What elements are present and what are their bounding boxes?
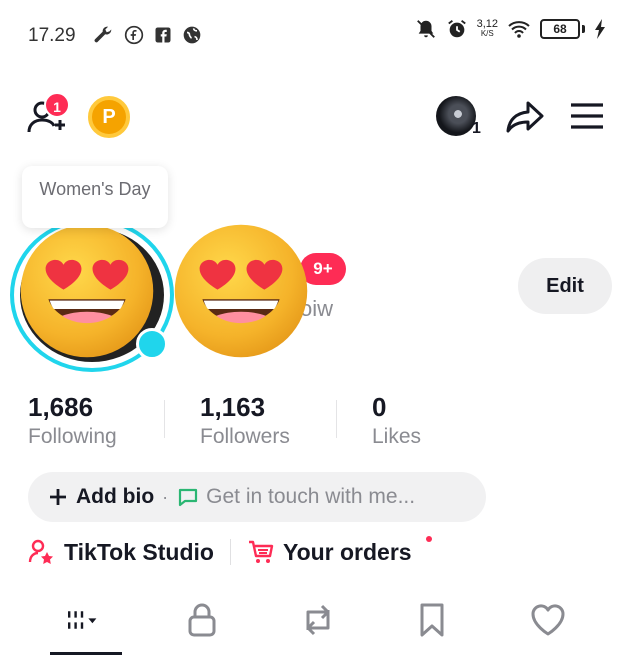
studio-user-star-icon xyxy=(28,539,53,564)
battery-level: 68 xyxy=(553,22,567,36)
lock-icon xyxy=(188,603,216,637)
profile-content-tabs xyxy=(0,592,634,656)
network-speed-value: 3,12 xyxy=(476,18,498,30)
menu-button[interactable] xyxy=(568,100,606,132)
profile-stats: 1,686 Following 1,163 Followers 0 Likes xyxy=(28,392,628,454)
stat-divider xyxy=(164,400,165,438)
battery-indicator: 68 xyxy=(540,19,580,39)
likes-label: Likes xyxy=(372,425,422,448)
account-switcher[interactable]: 1 xyxy=(436,96,481,140)
following-label: Following xyxy=(28,425,117,448)
add-bio-button[interactable]: Add bio xyxy=(48,485,154,509)
facebook-circle-icon xyxy=(124,25,144,45)
followers-label: Followers xyxy=(200,425,290,448)
status-left-icons xyxy=(92,24,202,46)
tools-divider xyxy=(229,539,231,565)
wifi-icon xyxy=(508,21,530,38)
followers-count: 1,163 xyxy=(200,392,266,422)
share-arrow-icon xyxy=(506,101,544,133)
contact-label: Get in touch with me... xyxy=(206,485,416,508)
status-time: 17.29 xyxy=(28,25,76,46)
creator-tools-row: TikTok Studio Your orders xyxy=(28,534,628,570)
orders-notification-dot xyxy=(426,536,432,542)
plus-icon xyxy=(50,489,66,505)
alarm-icon xyxy=(447,20,466,38)
following-count: 1,686 xyxy=(28,392,94,422)
network-speed: 3,12 K/S xyxy=(477,19,498,39)
your-orders-link[interactable]: Your orders xyxy=(247,538,412,566)
add-friend-badge: 1 xyxy=(44,92,70,118)
add-bio-label: Add bio xyxy=(76,485,155,508)
stat-followers[interactable]: 1,163 Followers xyxy=(200,392,290,452)
stat-likes[interactable]: 0 Likes xyxy=(372,392,421,452)
battery-cap xyxy=(582,25,585,33)
tab-reposts[interactable] xyxy=(298,600,338,640)
chat-bubble-icon xyxy=(179,488,198,507)
edit-profile-button[interactable]: Edit xyxy=(518,258,612,314)
profile-top-nav: 1 P 1 xyxy=(0,80,634,152)
womens-day-tooltip: Women's Day xyxy=(22,166,168,228)
tiktok-studio-link[interactable]: TikTok Studio xyxy=(28,538,214,566)
stat-divider xyxy=(336,400,337,438)
repost-icon xyxy=(306,604,330,636)
network-speed-unit: K/S xyxy=(480,29,494,38)
account-count: 1 xyxy=(472,120,481,137)
status-right-icons: 3,12 K/S 68 xyxy=(415,18,606,40)
share-profile-button[interactable] xyxy=(504,98,546,136)
tab-private[interactable] xyxy=(182,600,222,640)
bio-pill: Add bio · Get in touch with me... xyxy=(28,472,486,522)
hamburger-icon xyxy=(571,103,603,129)
facebook-square-icon xyxy=(155,27,171,43)
your-orders-label: Your orders xyxy=(282,538,412,565)
grid-bars-icon xyxy=(68,611,97,629)
change-photo-button[interactable] xyxy=(136,328,168,360)
tab-liked[interactable] xyxy=(528,600,568,640)
cart-icon xyxy=(248,540,274,563)
bio-separator: · xyxy=(162,486,169,507)
active-tab-indicator xyxy=(50,652,122,655)
charging-icon xyxy=(595,19,605,39)
account-avatar xyxy=(436,96,476,136)
tiktok-studio-label: TikTok Studio xyxy=(64,538,214,565)
stat-following[interactable]: 1,686 Following xyxy=(28,392,117,452)
heart-eyes-emoji-icon xyxy=(174,224,308,358)
wrench-icon xyxy=(94,26,112,43)
status-bar: 17.29 3,12 K/S 68 xyxy=(0,0,634,70)
heart-eyes-emoji-icon xyxy=(20,224,154,358)
heart-icon xyxy=(531,604,565,636)
bookmark-icon xyxy=(420,603,444,637)
bell-off-icon xyxy=(416,20,435,38)
tab-videos[interactable] xyxy=(66,600,106,640)
coin-icon[interactable]: P xyxy=(88,96,130,138)
contact-button[interactable]: Get in touch with me... xyxy=(176,485,415,509)
likes-count: 0 xyxy=(372,392,387,422)
globe-icon xyxy=(183,26,201,44)
tab-favorites[interactable] xyxy=(412,600,452,640)
